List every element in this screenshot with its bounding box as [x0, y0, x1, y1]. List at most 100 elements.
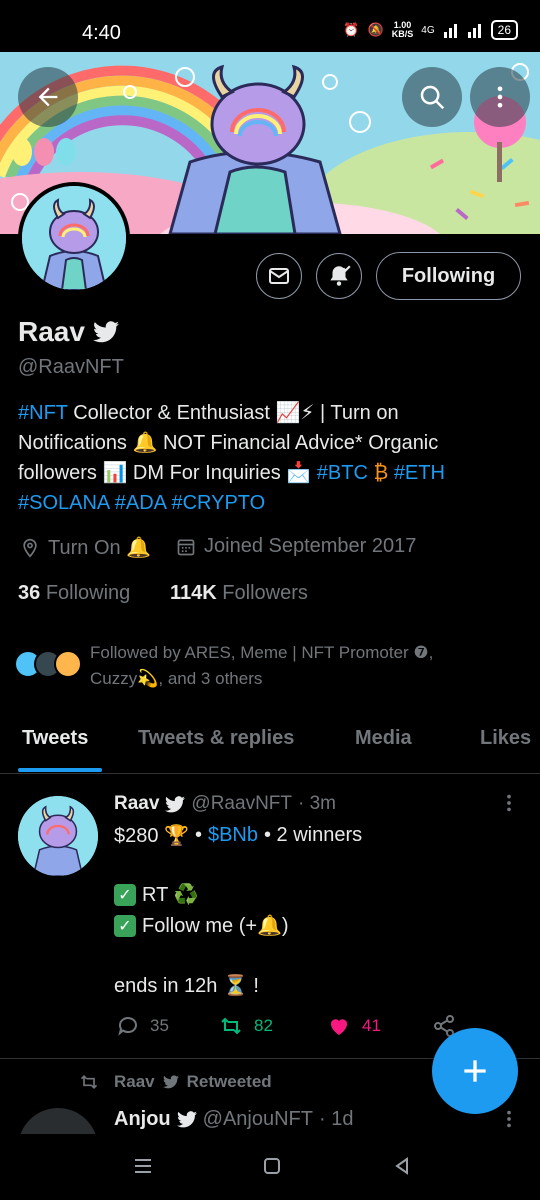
- tweet-more-button[interactable]: [498, 792, 520, 819]
- bio-line-1: #NFT Collector & Enthusiast 📈⚡ | Turn on: [18, 398, 523, 428]
- notifications-button[interactable]: [316, 253, 362, 299]
- mail-icon: [269, 268, 289, 284]
- signal-icon: [443, 24, 457, 38]
- more-vertical-icon: [507, 1110, 511, 1128]
- tweet-header: Anjou @AnjouNFT · 1d: [114, 1108, 353, 1131]
- profile-joined: Joined September 2017: [176, 535, 416, 558]
- twitter-bird-icon: [165, 795, 186, 812]
- tab-tweets-and-replies[interactable]: Tweets & replies: [138, 727, 294, 750]
- bio-line-3: followers 📊 DM For Inquiries 📩 #BTC ₿ #E…: [18, 458, 523, 488]
- tweet-more-button[interactable]: [498, 1108, 520, 1135]
- followers-count: 114K: [170, 582, 217, 604]
- tweet-text: Follow me (+🔔): [142, 915, 289, 937]
- message-button[interactable]: [256, 253, 302, 299]
- followed-by-text[interactable]: Followed by ARES, Meme | NFT Promoter ❼,…: [90, 640, 520, 692]
- home-button[interactable]: [262, 1156, 282, 1181]
- hashtag-link[interactable]: #ADA: [115, 492, 166, 514]
- net-speed: 1.00 KB/S: [392, 21, 414, 39]
- calendar-icon: [177, 539, 195, 555]
- more-vertical-icon: [497, 86, 503, 108]
- tab-media[interactable]: Media: [355, 727, 412, 750]
- status-icons: ⏰ 🔕 1.00 KB/S 4G 26: [343, 20, 518, 40]
- tweet-text: RT ♻️: [142, 884, 199, 906]
- tweet-timestamp: · 3m: [298, 793, 336, 814]
- tab-likes[interactable]: Likes: [480, 727, 531, 750]
- followers-count-link[interactable]: 114K Followers: [170, 582, 308, 605]
- tweet-line-4: ends in 12h ⏳ !: [114, 973, 259, 998]
- twitter-bird-icon: [92, 321, 119, 343]
- reply-button[interactable]: 35: [116, 1014, 169, 1038]
- bio-text: Collector & Enthusiast 📈⚡ | Turn on: [67, 402, 399, 424]
- avatar-image: [22, 186, 126, 290]
- battery-indicator: 26: [490, 20, 518, 40]
- compose-tweet-button[interactable]: [432, 1028, 518, 1114]
- retweet-button[interactable]: 82: [218, 1014, 273, 1038]
- plus-icon: [464, 1060, 486, 1082]
- profile-bio: #NFT Collector & Enthusiast 📈⚡ | Turn on…: [18, 398, 523, 518]
- avatar: [54, 650, 82, 678]
- tweet-author-name[interactable]: Raav: [114, 793, 159, 815]
- followed-by-line: Followed by ARES, Meme | NFT Promoter ❼,: [90, 643, 434, 662]
- tab-tweets[interactable]: Tweets: [22, 727, 88, 750]
- triangle-back-icon: [395, 1157, 408, 1175]
- heart-icon: [330, 1019, 348, 1035]
- bio-line-2: Notifications 🔔 NOT Financial Advice* Or…: [18, 428, 523, 458]
- bell-check-icon: [330, 265, 351, 286]
- tweet-text: • 2 winners: [264, 824, 363, 846]
- avatar-image: [18, 796, 98, 876]
- retweet-icon: [80, 1074, 98, 1090]
- joined-text: Joined September 2017: [204, 535, 417, 557]
- tweet-header: Raav @RaavNFT · 3m: [114, 793, 336, 815]
- back-nav-button[interactable]: [392, 1156, 412, 1181]
- like-count: 41: [362, 1016, 381, 1035]
- search-icon: [420, 85, 445, 110]
- profile-name-text: Raav: [18, 316, 85, 347]
- bitcoin-emoji: ₿: [367, 462, 394, 484]
- followed-by-line: Cuzzy💫, and 3 others: [90, 669, 263, 688]
- tweet-text: $280 🏆: [114, 825, 189, 847]
- profile-location: Turn On 🔔: [20, 535, 151, 560]
- hashtag-link[interactable]: #BTC: [317, 462, 368, 484]
- twitter-bird-icon: [176, 1111, 197, 1128]
- mute-icon: 🔕: [367, 22, 384, 37]
- retweeted-indicator: Raav Retweeted: [78, 1072, 272, 1092]
- followed-by-avatars[interactable]: [14, 650, 86, 682]
- hashtag-link[interactable]: #SOLANA: [18, 492, 109, 514]
- tweet-text: ends in 12h ⏳ !: [114, 975, 259, 997]
- tweet-author-name[interactable]: Anjou: [114, 1108, 171, 1131]
- status-time: 4:40: [82, 22, 121, 44]
- profile-name: Raav: [18, 316, 119, 348]
- following-button[interactable]: Following: [376, 252, 521, 300]
- retweeted-label: Retweeted: [186, 1072, 272, 1091]
- following-count-link[interactable]: 36 Following: [18, 582, 130, 605]
- back-button[interactable]: [18, 67, 78, 127]
- active-tab-indicator: [18, 768, 102, 772]
- bio-text: Notifications 🔔 NOT Financial Advice* Or…: [18, 432, 439, 454]
- tweet-avatar[interactable]: [18, 796, 98, 876]
- profile-avatar[interactable]: [18, 182, 130, 294]
- like-button[interactable]: 41: [326, 1014, 381, 1038]
- reply-count: 35: [150, 1016, 169, 1035]
- retweeter-name[interactable]: Raav: [114, 1072, 155, 1092]
- retweet-count: 82: [254, 1016, 273, 1035]
- location-text: Turn On 🔔: [48, 537, 152, 559]
- hashtag-link[interactable]: #ETH: [394, 462, 445, 484]
- check-icon: ✓: [114, 883, 136, 906]
- alarm-icon: ⏰: [343, 22, 360, 37]
- following-label: Following: [45, 582, 131, 604]
- tweet-line-1: $280 🏆 • $BNb • 2 winners: [114, 823, 362, 848]
- cashtag-link[interactable]: $BNb: [208, 824, 258, 847]
- following-count: 36: [18, 582, 41, 604]
- tweet-line-2: ✓ RT ♻️: [114, 882, 198, 907]
- hashtag-link[interactable]: #NFT: [18, 402, 68, 424]
- reply-icon: [118, 1017, 137, 1036]
- more-options-button[interactable]: [470, 67, 530, 127]
- search-button[interactable]: [402, 67, 462, 127]
- retweet-icon: [221, 1017, 241, 1035]
- signal-icon-2: [467, 24, 481, 38]
- recents-button[interactable]: [133, 1156, 153, 1181]
- tweet-text: •: [194, 824, 202, 846]
- bio-line-4: #SOLANA #ADA #CRYPTO: [18, 488, 523, 518]
- hashtag-link[interactable]: #CRYPTO: [171, 492, 265, 514]
- tweet-author-handle: @AnjouNFT: [202, 1108, 313, 1130]
